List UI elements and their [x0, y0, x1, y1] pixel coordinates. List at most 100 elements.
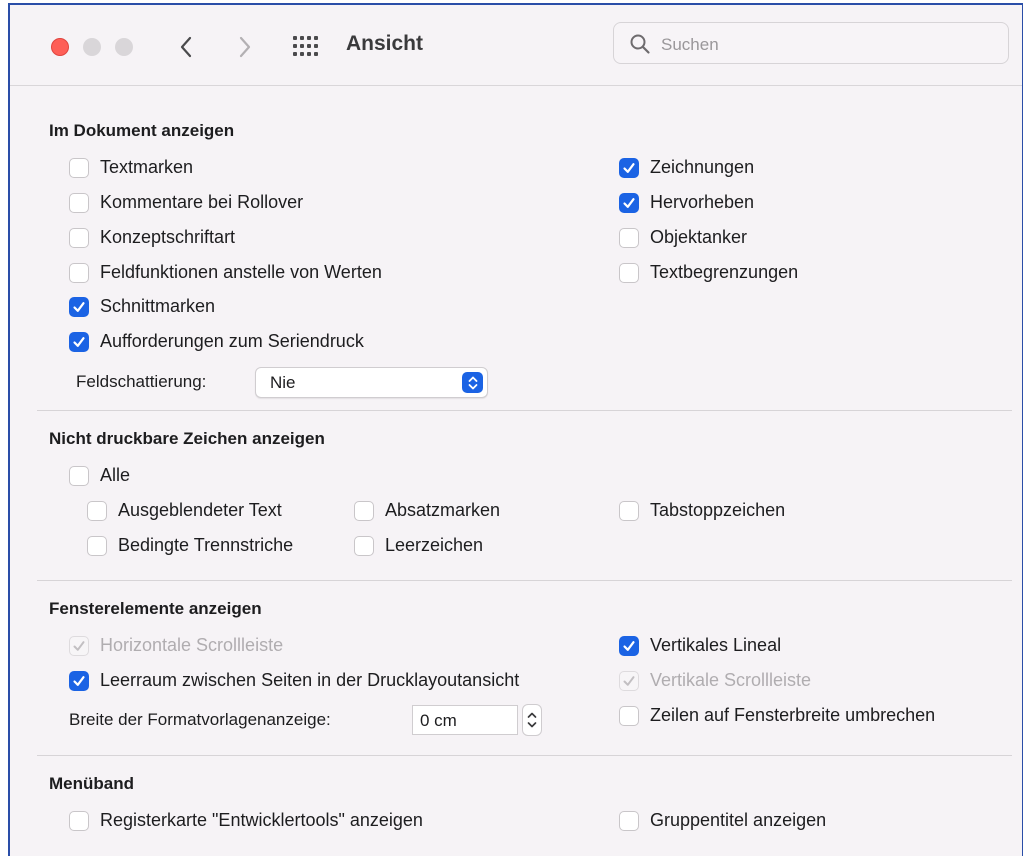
checkbox-box[interactable]	[69, 331, 89, 352]
checkbox-aufforderungen-seriendruck[interactable]: Aufforderungen zum Seriendruck	[69, 331, 364, 352]
checkbox-box[interactable]	[87, 500, 107, 521]
style-area-width-input[interactable]: 0 cm	[412, 705, 518, 735]
checkbox-label: Alle	[100, 465, 131, 485]
search-placeholder: Suchen	[661, 35, 719, 54]
checkbox-zeilen-auf-fensterbreite[interactable]: Zeilen auf Fensterbreite umbrechen	[619, 705, 935, 726]
checkbox-zeichnungen[interactable]: Zeichnungen	[619, 157, 754, 178]
page-title: Ansicht	[346, 32, 424, 55]
checkbox-box[interactable]	[69, 296, 89, 317]
checkbox-label: Leerzeichen	[385, 535, 484, 555]
checkbox-label: Gruppentitel anzeigen	[650, 810, 827, 830]
checkbox-box	[619, 670, 639, 691]
checkbox-objektanker[interactable]: Objektanker	[619, 227, 747, 248]
checkbox-box[interactable]	[69, 192, 89, 213]
checkbox-label: Kommentare bei Rollover	[100, 192, 304, 212]
checkbox-vertikales-lineal[interactable]: Vertikales Lineal	[619, 635, 781, 656]
toolbar: Ansicht Suchen	[10, 5, 1022, 86]
checkbox-label: Konzeptschriftart	[100, 227, 236, 247]
show-all-button[interactable]	[292, 34, 318, 58]
checkbox-label: Zeichnungen	[650, 157, 755, 177]
checkbox-tabstoppzeichen[interactable]: Tabstoppzeichen	[619, 500, 785, 521]
preferences-window: Ansicht Suchen Im Dokument anzeigen Text…	[8, 3, 1023, 856]
field-shading-label: Feldschattierung:	[76, 372, 207, 391]
checkbox-label: Tabstoppzeichen	[650, 500, 786, 520]
checkbox-box[interactable]	[69, 670, 89, 691]
grid-icon	[293, 36, 318, 56]
checkbox-hervorheben[interactable]: Hervorheben	[619, 192, 754, 213]
checkbox-box[interactable]	[354, 535, 374, 556]
checkbox-label: Bedingte Trennstriche	[118, 535, 294, 555]
checkmark-icon	[73, 301, 85, 312]
checkbox-box[interactable]	[619, 262, 639, 283]
checkbox-schnittmarken[interactable]: Schnittmarken	[69, 296, 215, 317]
checkbox-box[interactable]	[69, 157, 89, 178]
checkbox-box[interactable]	[69, 262, 89, 283]
checkmark-icon	[623, 197, 635, 208]
checkbox-box[interactable]	[87, 535, 107, 556]
section-title-nonprint: Nicht druckbare Zeichen anzeigen	[49, 429, 325, 448]
checkbox-label: Aufforderungen zum Seriendruck	[100, 331, 364, 351]
updown-chevron-icon	[527, 712, 537, 728]
close-button[interactable]	[51, 38, 69, 56]
checkbox-absatzmarken[interactable]: Absatzmarken	[354, 500, 500, 521]
updown-chevron-icon	[462, 372, 483, 393]
search-input[interactable]: Suchen	[613, 22, 1009, 64]
section-divider	[37, 580, 1012, 581]
checkbox-kommentare-bei-rollover[interactable]: Kommentare bei Rollover	[69, 192, 303, 213]
checkmark-icon	[73, 675, 85, 686]
checkbox-label: Schnittmarken	[100, 296, 216, 316]
checkbox-ausgeblendeter-text[interactable]: Ausgeblendeter Text	[87, 500, 282, 521]
section-title-window: Fensterelemente anzeigen	[49, 599, 262, 618]
checkbox-label: Registerkarte "Entwicklertools" anzeigen	[100, 810, 423, 830]
checkbox-box[interactable]	[69, 465, 89, 486]
checkbox-box[interactable]	[619, 227, 639, 248]
checkbox-box[interactable]	[619, 500, 639, 521]
checkbox-label: Vertikale Scrollleiste	[650, 670, 812, 690]
style-area-width-value: 0 cm	[420, 711, 457, 730]
forward-button[interactable]	[232, 29, 258, 65]
section-divider	[37, 410, 1012, 411]
field-shading-value: Nie	[270, 373, 296, 392]
checkbox-label: Feldfunktionen anstelle von Werten	[100, 262, 382, 282]
checkmark-icon	[73, 336, 85, 347]
back-button[interactable]	[173, 29, 199, 65]
checkbox-label: Absatzmarken	[385, 500, 501, 520]
checkbox-leerraum-zwischen-seiten[interactable]: Leerraum zwischen Seiten in der Drucklay…	[69, 670, 519, 691]
checkbox-label: Horizontale Scrollleiste	[100, 635, 284, 655]
checkbox-label: Vertikales Lineal	[650, 635, 782, 655]
checkbox-box[interactable]	[69, 227, 89, 248]
checkbox-textmarken[interactable]: Textmarken	[69, 157, 193, 178]
checkbox-box[interactable]	[619, 635, 639, 656]
field-shading-select[interactable]: Nie	[255, 367, 488, 398]
checkbox-label: Hervorheben	[650, 192, 755, 212]
checkmark-icon	[623, 162, 635, 173]
style-area-width-stepper[interactable]	[522, 704, 542, 736]
checkbox-gruppentitel-anzeigen[interactable]: Gruppentitel anzeigen	[619, 810, 826, 831]
checkbox-feldfunktionen[interactable]: Feldfunktionen anstelle von Werten	[69, 262, 382, 283]
checkbox-label: Objektanker	[650, 227, 748, 247]
checkbox-vertikale-scrollleiste: Vertikale Scrollleiste	[619, 670, 811, 691]
checkmark-icon	[73, 640, 85, 651]
chevron-left-icon	[180, 36, 192, 58]
checkmark-icon	[623, 640, 635, 651]
checkbox-konzeptschriftart[interactable]: Konzeptschriftart	[69, 227, 235, 248]
checkbox-leerzeichen[interactable]: Leerzeichen	[354, 535, 483, 556]
checkbox-registerkarte-entwicklertools[interactable]: Registerkarte "Entwicklertools" anzeigen	[69, 810, 423, 831]
checkbox-textbegrenzungen[interactable]: Textbegrenzungen	[619, 262, 798, 283]
checkbox-box[interactable]	[619, 192, 639, 213]
section-divider	[37, 755, 1012, 756]
checkbox-box[interactable]	[354, 500, 374, 521]
minimize-button[interactable]	[83, 38, 101, 56]
section-title-ribbon: Menüband	[49, 774, 134, 793]
checkbox-box[interactable]	[619, 157, 639, 178]
checkbox-box[interactable]	[69, 810, 89, 831]
chevron-right-icon	[239, 36, 251, 58]
checkbox-bedingte-trennstriche[interactable]: Bedingte Trennstriche	[87, 535, 293, 556]
checkbox-box	[69, 635, 89, 656]
zoom-button[interactable]	[115, 38, 133, 56]
style-area-width-label: Breite der Formatvorlagenanzeige:	[69, 710, 331, 729]
checkbox-box[interactable]	[619, 705, 639, 726]
checkmark-icon	[623, 675, 635, 686]
checkbox-alle[interactable]: Alle	[69, 465, 130, 486]
checkbox-box[interactable]	[619, 810, 639, 831]
